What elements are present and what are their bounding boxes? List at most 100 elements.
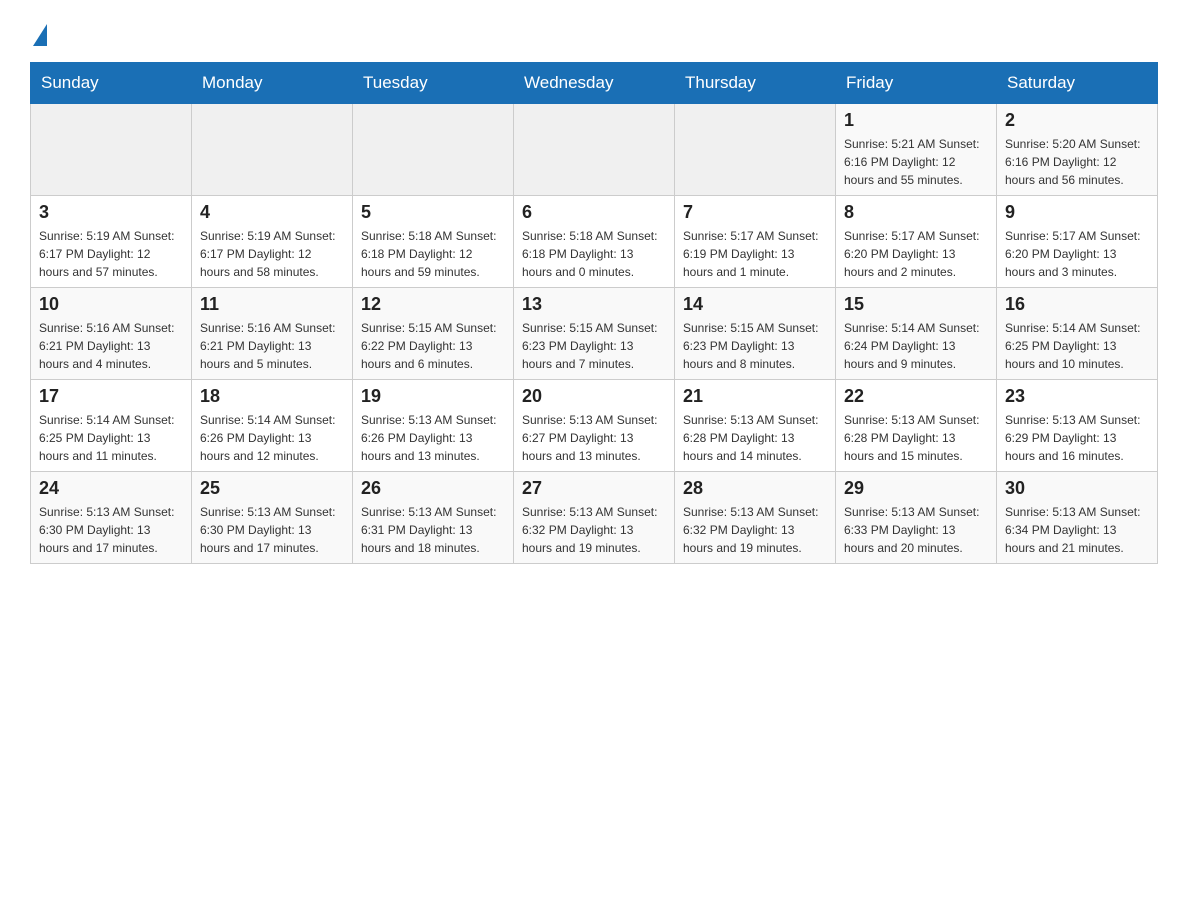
day-number: 6 [522, 202, 666, 223]
day-info: Sunrise: 5:15 AM Sunset: 6:23 PM Dayligh… [683, 319, 827, 373]
day-number: 7 [683, 202, 827, 223]
day-info: Sunrise: 5:13 AM Sunset: 6:27 PM Dayligh… [522, 411, 666, 465]
day-info: Sunrise: 5:13 AM Sunset: 6:26 PM Dayligh… [361, 411, 505, 465]
calendar-header-row: SundayMondayTuesdayWednesdayThursdayFrid… [31, 63, 1158, 104]
day-number: 15 [844, 294, 988, 315]
day-number: 1 [844, 110, 988, 131]
day-number: 13 [522, 294, 666, 315]
day-number: 22 [844, 386, 988, 407]
day-info: Sunrise: 5:13 AM Sunset: 6:32 PM Dayligh… [683, 503, 827, 557]
calendar-day-cell: 21Sunrise: 5:13 AM Sunset: 6:28 PM Dayli… [675, 380, 836, 472]
calendar-day-cell: 3 Sunrise: 5:19 AM Sunset: 6:17 PM Daylig… [31, 196, 192, 288]
day-info: Sunrise: 5:13 AM Sunset: 6:28 PM Dayligh… [844, 411, 988, 465]
day-number: 18 [200, 386, 344, 407]
day-info: Sunrise: 5:18 AM Sunset: 6:18 PM Dayligh… [361, 227, 505, 281]
day-info: Sunrise: 5:16 AM Sunset: 6:21 PM Dayligh… [39, 319, 183, 373]
column-header-wednesday: Wednesday [514, 63, 675, 104]
day-info: Sunrise: 5:14 AM Sunset: 6:25 PM Dayligh… [1005, 319, 1149, 373]
column-header-tuesday: Tuesday [353, 63, 514, 104]
calendar-week-row: 17 Sunrise: 5:14 AM Sunset: 6:25 PM Dayli… [31, 380, 1158, 472]
day-number: 17 [39, 386, 183, 407]
day-info: Sunrise: 5:20 AM Sunset: 6:16 PM Dayligh… [1005, 135, 1149, 189]
day-info: Sunrise: 5:16 AM Sunset: 6:21 PM Dayligh… [200, 319, 344, 373]
column-header-friday: Friday [836, 63, 997, 104]
day-info: Sunrise: 5:13 AM Sunset: 6:32 PM Dayligh… [522, 503, 666, 557]
day-number: 8 [844, 202, 988, 223]
day-number: 16 [1005, 294, 1149, 315]
day-number: 5 [361, 202, 505, 223]
calendar-day-cell: 13 Sunrise: 5:15 AM Sunset: 6:23 PM Dayli… [514, 288, 675, 380]
calendar-day-cell: 19 Sunrise: 5:13 AM Sunset: 6:26 PM Dayli… [353, 380, 514, 472]
day-info: Sunrise: 5:17 AM Sunset: 6:20 PM Dayligh… [1005, 227, 1149, 281]
calendar-day-cell: 29 Sunrise: 5:13 AM Sunset: 6:33 PM Dayli… [836, 472, 997, 564]
calendar-day-cell: 11 Sunrise: 5:16 AM Sunset: 6:21 PM Dayli… [192, 288, 353, 380]
calendar-day-cell: 8Sunrise: 5:17 AM Sunset: 6:20 PM Daylig… [836, 196, 997, 288]
day-info: Sunrise: 5:13 AM Sunset: 6:33 PM Dayligh… [844, 503, 988, 557]
day-number: 3 [39, 202, 183, 223]
calendar-day-cell: 17 Sunrise: 5:14 AM Sunset: 6:25 PM Dayli… [31, 380, 192, 472]
calendar-day-cell: 10 Sunrise: 5:16 AM Sunset: 6:21 PM Dayli… [31, 288, 192, 380]
logo-triangle-icon [33, 24, 47, 46]
day-number: 28 [683, 478, 827, 499]
day-info: Sunrise: 5:19 AM Sunset: 6:17 PM Dayligh… [39, 227, 183, 281]
day-number: 10 [39, 294, 183, 315]
calendar-day-cell: 18 Sunrise: 5:14 AM Sunset: 6:26 PM Dayli… [192, 380, 353, 472]
day-info: Sunrise: 5:14 AM Sunset: 6:26 PM Dayligh… [200, 411, 344, 465]
logo [30, 20, 47, 42]
calendar-day-cell: 12 Sunrise: 5:15 AM Sunset: 6:22 PM Dayli… [353, 288, 514, 380]
day-info: Sunrise: 5:14 AM Sunset: 6:25 PM Dayligh… [39, 411, 183, 465]
day-info: Sunrise: 5:13 AM Sunset: 6:30 PM Dayligh… [39, 503, 183, 557]
day-number: 4 [200, 202, 344, 223]
calendar-day-cell: 7 Sunrise: 5:17 AM Sunset: 6:19 PM Daylig… [675, 196, 836, 288]
day-info: Sunrise: 5:18 AM Sunset: 6:18 PM Dayligh… [522, 227, 666, 281]
calendar-week-row: 10 Sunrise: 5:16 AM Sunset: 6:21 PM Dayli… [31, 288, 1158, 380]
day-info: Sunrise: 5:14 AM Sunset: 6:24 PM Dayligh… [844, 319, 988, 373]
calendar-day-cell: 23 Sunrise: 5:13 AM Sunset: 6:29 PM Dayli… [997, 380, 1158, 472]
day-info: Sunrise: 5:21 AM Sunset: 6:16 PM Dayligh… [844, 135, 988, 189]
calendar-week-row: 3 Sunrise: 5:19 AM Sunset: 6:17 PM Daylig… [31, 196, 1158, 288]
calendar-day-cell: 6 Sunrise: 5:18 AM Sunset: 6:18 PM Daylig… [514, 196, 675, 288]
calendar-week-row: 1 Sunrise: 5:21 AM Sunset: 6:16 PM Daylig… [31, 104, 1158, 196]
day-info: Sunrise: 5:13 AM Sunset: 6:29 PM Dayligh… [1005, 411, 1149, 465]
calendar-day-cell: 15 Sunrise: 5:14 AM Sunset: 6:24 PM Dayli… [836, 288, 997, 380]
day-info: Sunrise: 5:15 AM Sunset: 6:23 PM Dayligh… [522, 319, 666, 373]
calendar-day-cell [353, 104, 514, 196]
day-number: 27 [522, 478, 666, 499]
calendar-day-cell [675, 104, 836, 196]
day-info: Sunrise: 5:13 AM Sunset: 6:31 PM Dayligh… [361, 503, 505, 557]
calendar-day-cell [514, 104, 675, 196]
day-number: 9 [1005, 202, 1149, 223]
calendar-day-cell: 9 Sunrise: 5:17 AM Sunset: 6:20 PM Daylig… [997, 196, 1158, 288]
calendar-day-cell [192, 104, 353, 196]
column-header-monday: Monday [192, 63, 353, 104]
day-info: Sunrise: 5:13 AM Sunset: 6:28 PM Dayligh… [683, 411, 827, 465]
day-number: 30 [1005, 478, 1149, 499]
day-info: Sunrise: 5:15 AM Sunset: 6:22 PM Dayligh… [361, 319, 505, 373]
calendar-day-cell [31, 104, 192, 196]
calendar-day-cell: 28 Sunrise: 5:13 AM Sunset: 6:32 PM Dayli… [675, 472, 836, 564]
day-number: 26 [361, 478, 505, 499]
calendar-week-row: 24 Sunrise: 5:13 AM Sunset: 6:30 PM Dayli… [31, 472, 1158, 564]
day-number: 19 [361, 386, 505, 407]
calendar-day-cell: 20 Sunrise: 5:13 AM Sunset: 6:27 PM Dayli… [514, 380, 675, 472]
day-number: 24 [39, 478, 183, 499]
day-info: Sunrise: 5:17 AM Sunset: 6:19 PM Dayligh… [683, 227, 827, 281]
calendar-day-cell: 1 Sunrise: 5:21 AM Sunset: 6:16 PM Daylig… [836, 104, 997, 196]
calendar-table: SundayMondayTuesdayWednesdayThursdayFrid… [30, 62, 1158, 564]
calendar-day-cell: 22 Sunrise: 5:13 AM Sunset: 6:28 PM Dayli… [836, 380, 997, 472]
calendar-day-cell: 26 Sunrise: 5:13 AM Sunset: 6:31 PM Dayli… [353, 472, 514, 564]
day-number: 11 [200, 294, 344, 315]
calendar-day-cell: 24 Sunrise: 5:13 AM Sunset: 6:30 PM Dayli… [31, 472, 192, 564]
day-info: Sunrise: 5:13 AM Sunset: 6:30 PM Dayligh… [200, 503, 344, 557]
day-number: 29 [844, 478, 988, 499]
calendar-day-cell: 27 Sunrise: 5:13 AM Sunset: 6:32 PM Dayli… [514, 472, 675, 564]
day-number: 25 [200, 478, 344, 499]
day-number: 12 [361, 294, 505, 315]
day-number: 2 [1005, 110, 1149, 131]
column-header-saturday: Saturday [997, 63, 1158, 104]
calendar-day-cell: 14Sunrise: 5:15 AM Sunset: 6:23 PM Dayli… [675, 288, 836, 380]
calendar-day-cell: 4Sunrise: 5:19 AM Sunset: 6:17 PM Daylig… [192, 196, 353, 288]
column-header-sunday: Sunday [31, 63, 192, 104]
day-number: 23 [1005, 386, 1149, 407]
day-number: 20 [522, 386, 666, 407]
